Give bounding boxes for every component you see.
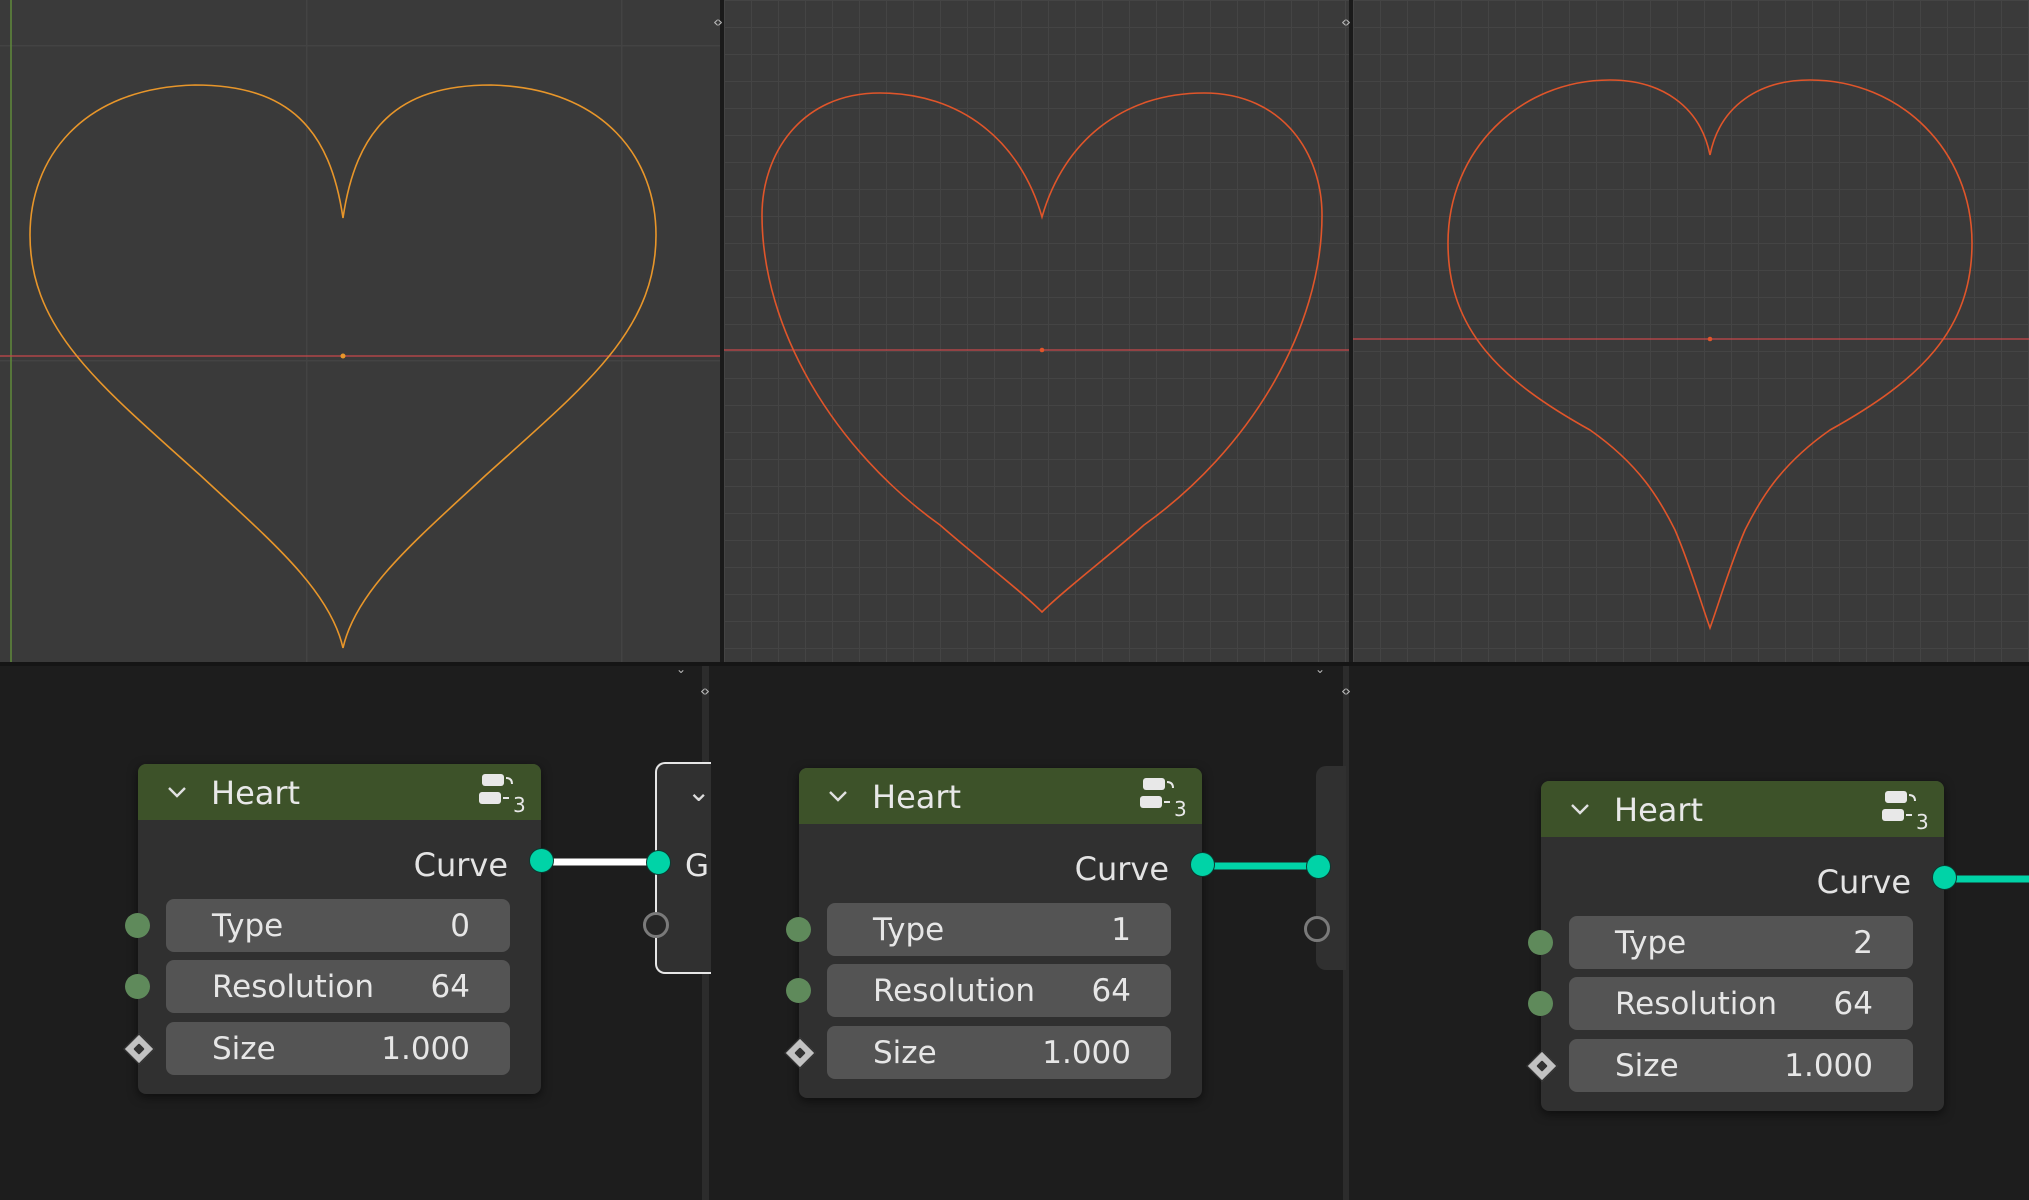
field-label: Resolution — [873, 973, 1035, 1009]
curve-output-label: Curve — [1074, 850, 1169, 888]
resolution-input-socket[interactable] — [1528, 991, 1553, 1016]
node-group-icon[interactable]: 3 — [1139, 776, 1187, 820]
chevron-down-icon[interactable] — [1569, 798, 1591, 820]
type-input-socket[interactable] — [1528, 930, 1553, 955]
curve-output-label: Curve — [1816, 863, 1911, 901]
field-value: 1.000 — [1042, 1035, 1131, 1071]
empty-input-socket[interactable] — [643, 912, 669, 938]
partial-node-label: G — [685, 848, 710, 884]
node-header[interactable]: Heart 3 — [799, 768, 1202, 824]
curve-output-socket[interactable] — [529, 848, 554, 873]
field-value: 64 — [1833, 986, 1873, 1022]
field-value: 2 — [1853, 925, 1873, 961]
chevron-down-icon: ⌄ — [687, 775, 711, 808]
resolution-field[interactable]: Resolution 64 — [166, 960, 510, 1013]
resolution-input-socket[interactable] — [125, 974, 150, 999]
size-field[interactable]: Size 1.000 — [1569, 1039, 1913, 1092]
chevron-down-icon[interactable] — [827, 785, 849, 807]
heart-node[interactable]: Heart 3 Curve Type 1 Resolution 64 Size … — [784, 768, 1215, 1098]
resolution-field[interactable]: Resolution 64 — [827, 964, 1171, 1017]
field-label: Size — [1615, 1048, 1679, 1084]
geometry-input-socket[interactable] — [1306, 854, 1331, 879]
node-header[interactable]: Heart 3 — [138, 764, 541, 820]
field-value: 64 — [430, 969, 470, 1005]
type-input-socket[interactable] — [125, 913, 150, 938]
node-group-badge: 3 — [1916, 810, 1929, 833]
node-group-icon[interactable]: 3 — [478, 772, 526, 816]
type-input-socket[interactable] — [786, 917, 811, 942]
node-title: Heart — [1614, 791, 1704, 829]
field-value: 1 — [1111, 912, 1131, 948]
field-value: 1.000 — [381, 1031, 470, 1067]
node-title: Heart — [211, 774, 301, 812]
field-label: Size — [873, 1035, 937, 1071]
field-label: Resolution — [1615, 986, 1777, 1022]
curve-output-socket[interactable] — [1190, 852, 1215, 877]
size-field[interactable]: Size 1.000 — [166, 1022, 510, 1075]
type-field[interactable]: Type 2 — [1569, 916, 1913, 969]
field-label: Type — [873, 912, 945, 948]
field-label: Type — [212, 908, 284, 944]
empty-input-socket[interactable] — [1304, 916, 1330, 942]
resolution-field[interactable]: Resolution 64 — [1569, 977, 1913, 1030]
field-value: 1.000 — [1784, 1048, 1873, 1084]
resolution-input-socket[interactable] — [786, 978, 811, 1003]
curve-output-label: Curve — [413, 846, 508, 884]
geometry-input-socket[interactable] — [646, 850, 671, 875]
type-field[interactable]: Type 1 — [827, 903, 1171, 956]
type-field[interactable]: Type 0 — [166, 899, 510, 952]
field-label: Type — [1615, 925, 1687, 961]
node-title: Heart — [872, 778, 962, 816]
field-value: 64 — [1091, 973, 1131, 1009]
node-group-badge: 3 — [1174, 797, 1187, 820]
node-group-badge: 3 — [513, 793, 526, 816]
field-value: 0 — [450, 908, 470, 944]
field-label: Size — [212, 1031, 276, 1067]
size-field[interactable]: Size 1.000 — [827, 1026, 1171, 1079]
node-header[interactable]: Heart 3 — [1541, 781, 1944, 837]
heart-node[interactable]: Heart 3 Curve Type 0 Resolution 64 Size … — [123, 764, 554, 1094]
curve-output-socket[interactable] — [1932, 865, 1957, 890]
chevron-down-icon[interactable] — [166, 781, 188, 803]
node-group-icon[interactable]: 3 — [1881, 789, 1929, 833]
field-label: Resolution — [212, 969, 374, 1005]
heart-node[interactable]: Heart 3 Curve Type 2 Resolution 64 Size … — [1526, 781, 1957, 1111]
